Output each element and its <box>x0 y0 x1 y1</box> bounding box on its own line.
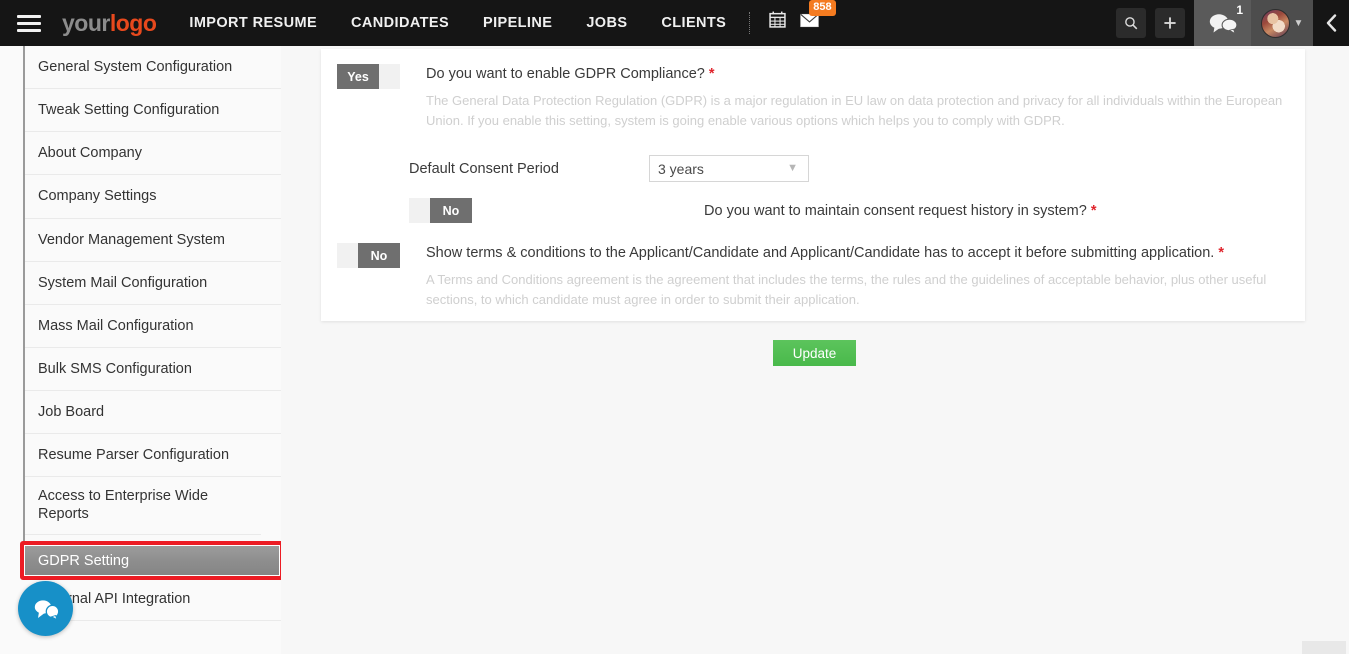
calendar-icon[interactable] <box>762 0 793 46</box>
sidebar-item-bulk-sms-configuration[interactable]: Bulk SMS Configuration <box>25 347 281 391</box>
chat-widget-button[interactable] <box>18 581 73 636</box>
user-avatar-menu[interactable]: ▼ <box>1251 0 1313 46</box>
sidebar-item-system-mail-configuration[interactable]: System Mail Configuration <box>25 261 281 305</box>
nav-jobs[interactable]: JOBS <box>569 0 644 46</box>
default-consent-period-label: Default Consent Period <box>409 160 559 177</box>
top-navigation-bar: yourlogo IMPORT RESUME CANDIDATES PIPELI… <box>0 0 1349 46</box>
collapse-panel-icon[interactable] <box>1313 0 1349 46</box>
logo-text-secondary: logo <box>109 9 157 36</box>
sidebar-item-mass-mail-configuration[interactable]: Mass Mail Configuration <box>25 304 281 348</box>
terms-conditions-toggle[interactable]: No <box>337 243 400 268</box>
nav-clients[interactable]: CLIENTS <box>644 0 743 46</box>
terms-conditions-row: No Show terms & conditions to the Applic… <box>337 243 1305 310</box>
sidebar-item-company-settings[interactable]: Company Settings <box>25 175 281 219</box>
default-consent-period-select-wrapper: 3 years ▼ <box>649 155 809 182</box>
main-content-area: Yes Do you want to enable GDPR Complianc… <box>281 46 1349 654</box>
consent-history-row: No Do you want to maintain consent reque… <box>409 198 1096 223</box>
envelope-icon[interactable]: 858 <box>793 0 836 46</box>
sidebar-item-general-system-configuration[interactable]: General System Configuration <box>25 46 281 90</box>
chat-unread-count: 1 <box>1236 3 1243 17</box>
consent-history-required-marker: * <box>1090 202 1097 219</box>
hamburger-menu-icon[interactable] <box>6 0 52 46</box>
sidebar-item-gdpr-setting[interactable]: GDPR Setting <box>25 546 279 575</box>
nav-divider <box>749 12 751 34</box>
gdpr-enable-question-text: Do you want to enable GDPR Compliance? <box>426 66 705 82</box>
logo-text-primary: your <box>62 9 110 36</box>
sidebar-item-resume-parser-configuration[interactable]: Resume Parser Configuration <box>25 434 281 478</box>
gdpr-enable-toggle-label: Yes <box>337 64 379 89</box>
consent-history-question-line: Do you want to maintain consent request … <box>704 203 1096 219</box>
default-consent-period-select[interactable]: 3 years <box>649 155 809 182</box>
consent-history-toggle[interactable]: No <box>409 198 472 223</box>
gdpr-enable-toggle[interactable]: Yes <box>337 64 400 89</box>
terms-conditions-question-text: Show terms & conditions to the Applicant… <box>426 245 1215 261</box>
nav-right-actions: 1 ▼ <box>1116 0 1349 46</box>
terms-conditions-helper-text: A Terms and Conditions agreement is the … <box>426 272 1267 308</box>
gdpr-enable-helper-text: The General Data Protection Regulation (… <box>426 93 1283 129</box>
chat-messages-button[interactable]: 1 <box>1194 0 1251 46</box>
terms-conditions-question-line: Show terms & conditions to the Applicant… <box>426 245 1305 261</box>
default-consent-period-row: Default Consent Period 3 years ▼ <box>409 155 809 182</box>
settings-sidebar: General System Configuration Tweak Setti… <box>0 46 284 654</box>
gdpr-enable-question-block: Do you want to enable GDPR Compliance? * … <box>426 66 1305 131</box>
mail-unread-badge: 858 <box>809 0 836 16</box>
avatar <box>1260 8 1290 38</box>
search-icon[interactable] <box>1116 8 1146 38</box>
sidebar-item-vendor-management-system[interactable]: Vendor Management System <box>25 218 281 262</box>
chevron-down-icon: ▼ <box>1293 17 1304 29</box>
terms-conditions-toggle-label: No <box>358 243 400 268</box>
terms-conditions-question-block: Show terms & conditions to the Applicant… <box>426 245 1305 310</box>
consent-history-question-text: Do you want to maintain consent request … <box>704 202 1087 219</box>
main-nav-links: IMPORT RESUME CANDIDATES PIPELINE JOBS C… <box>172 0 836 46</box>
app-logo[interactable]: yourlogo <box>62 9 157 37</box>
gdpr-enable-row: Yes Do you want to enable GDPR Complianc… <box>337 64 1305 131</box>
gdpr-enable-required-marker: * <box>708 66 715 82</box>
consent-history-toggle-label: No <box>430 198 472 223</box>
gdpr-enable-question-line: Do you want to enable GDPR Compliance? * <box>426 66 1305 82</box>
update-button[interactable]: Update <box>773 340 856 366</box>
plus-icon[interactable] <box>1155 8 1185 38</box>
nav-import-resume[interactable]: IMPORT RESUME <box>172 0 334 46</box>
sidebar-item-job-board[interactable]: Job Board <box>25 391 281 435</box>
sidebar-item-about-company[interactable]: About Company <box>25 132 281 176</box>
nav-candidates[interactable]: CANDIDATES <box>334 0 466 46</box>
sidebar-item-access-to-enterprise-wide-reports[interactable]: Access to Enterprise Wide Reports <box>25 477 261 535</box>
nav-pipeline[interactable]: PIPELINE <box>466 0 569 46</box>
bottom-right-stub <box>1302 641 1346 654</box>
terms-conditions-required-marker: * <box>1218 245 1224 261</box>
gdpr-settings-panel: Yes Do you want to enable GDPR Complianc… <box>321 49 1305 321</box>
sidebar-item-tweak-setting-configuration[interactable]: Tweak Setting Configuration <box>25 89 281 133</box>
